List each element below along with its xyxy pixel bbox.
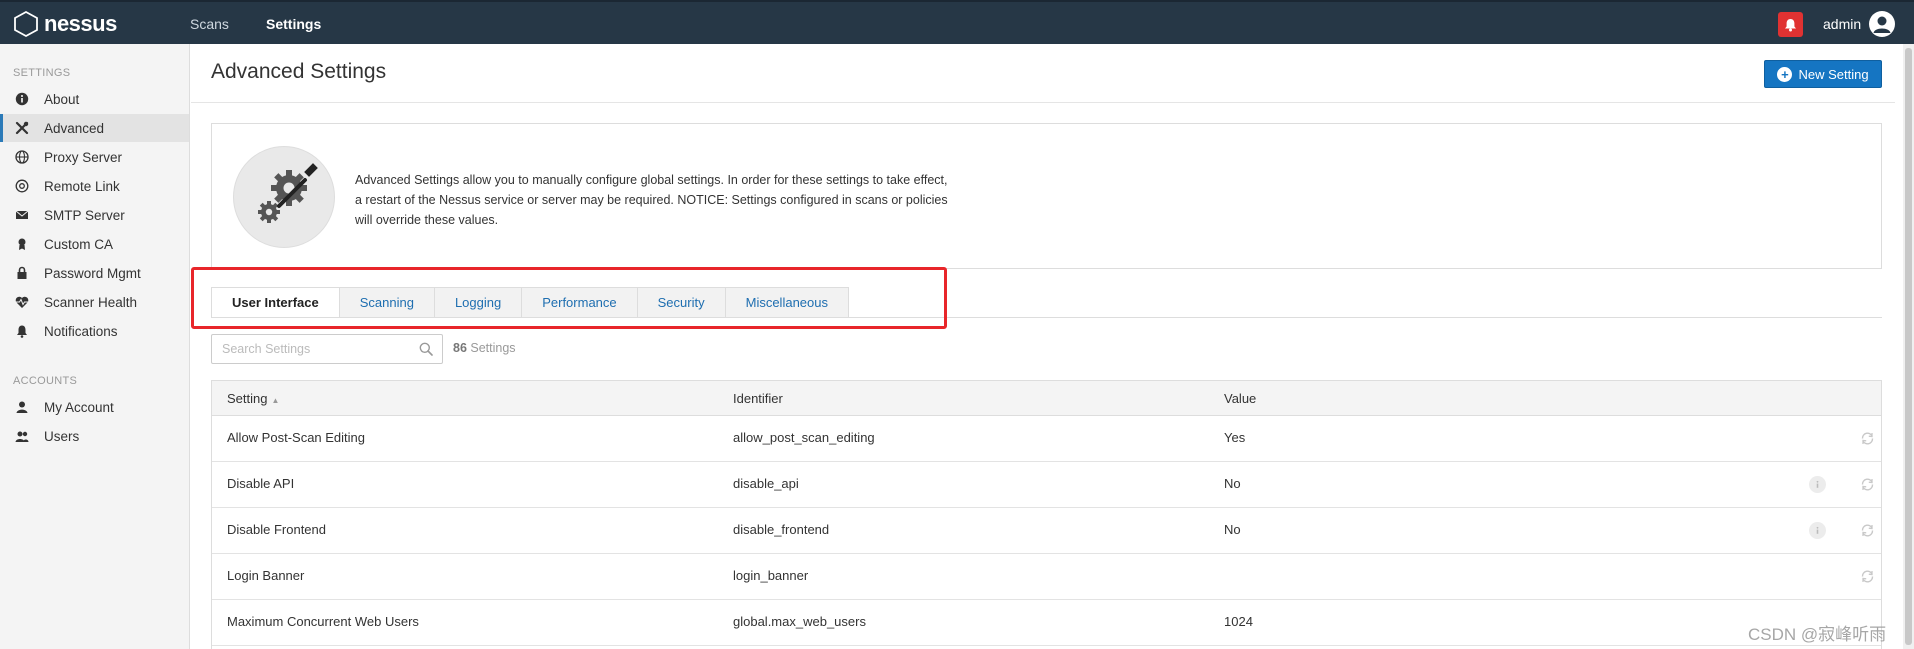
cell-value: No [1224,476,1241,491]
sidebar-item-label: Scanner Health [44,294,138,310]
nav-settings[interactable]: Settings [266,16,321,32]
info-circle-icon[interactable] [1809,476,1826,493]
plus-circle-icon: + [1777,66,1793,82]
cell-setting: Maximum Concurrent Web Users [227,614,419,629]
users-icon [14,428,30,444]
info-icon [14,91,30,107]
settings-table: Setting ▲ Identifier Value Allow Post-Sca… [211,380,1882,649]
sidebar-item-label: SMTP Server [44,207,125,223]
table-row[interactable]: Disable API disable_api No [212,462,1881,508]
gears-illustration [233,146,335,248]
sidebar-item-label: About [44,91,80,107]
hexagon-logo-icon [14,10,38,38]
sidebar-item-label: Custom CA [44,236,114,252]
tools-icon [14,120,30,136]
column-header-label: Setting [227,391,268,406]
sidebar-item-label: Advanced [44,120,105,136]
sidebar-item-label: Remote Link [44,178,120,194]
sidebar-heading-accounts: ACCOUNTS [13,375,78,387]
reset-icon[interactable] [1859,522,1876,539]
sidebar-item-smtp-server[interactable]: SMTP Server [0,201,189,229]
info-description: Advanced Settings allow you to manually … [355,173,948,227]
table-row[interactable]: Login Banner login_banner [212,554,1881,600]
cell-value: No [1224,522,1241,537]
settings-count: 86 Settings [453,341,516,355]
sidebar-item-proxy-server[interactable]: Proxy Server [0,143,189,171]
settings-count-number: 86 [453,341,467,355]
cell-value: 1024 [1224,614,1253,629]
user-name[interactable]: admin [1823,16,1861,32]
page-title: Advanced Settings [211,60,387,83]
cell-identifier: disable_frontend [733,522,830,537]
reset-icon[interactable] [1859,568,1876,585]
logo-text: nessus [44,11,117,36]
table-header: Setting ▲ Identifier Value [212,381,1881,416]
sort-ascending-icon: ▲ [271,396,280,405]
sidebar-item-users[interactable]: Users [0,422,189,450]
sidebar-item-notifications[interactable]: Notifications [0,317,189,345]
reset-icon[interactable] [1859,430,1876,447]
cell-identifier: allow_post_scan_editing [733,430,875,445]
sidebar-item-advanced[interactable]: Advanced [0,114,189,142]
sidebar-item-my-account[interactable]: My Account [0,393,189,421]
sidebar-item-label: My Account [44,399,114,415]
sidebar-item-label: Password Mgmt [44,265,141,281]
avatar[interactable] [1869,11,1895,37]
search-icon[interactable] [419,342,433,356]
nav-scans[interactable]: Scans [190,16,229,32]
cell-identifier: global.max_web_users [733,614,866,629]
search-box [211,334,443,364]
column-header-setting[interactable]: Setting ▲ [227,391,279,406]
table-row[interactable]: Maximum Concurrent Web Users global.max_… [212,600,1881,646]
link-icon [14,178,30,194]
cell-setting: Disable Frontend [227,522,326,537]
sidebar: SETTINGS About Advanced Proxy Server Rem… [0,44,190,649]
bell-icon [14,323,30,339]
reset-icon[interactable] [1859,476,1876,493]
cell-setting: Disable API [227,476,295,491]
globe-icon [14,149,30,165]
scrollbar-thumb[interactable] [1905,48,1912,645]
table-row[interactable]: Allow Post-Scan Editing allow_post_scan_… [212,416,1881,462]
sidebar-item-label: Proxy Server [44,149,123,165]
certificate-icon [14,236,30,252]
nessus-logo[interactable]: nessus [12,10,117,38]
column-header-identifier[interactable]: Identifier [733,391,783,406]
info-panel: Advanced Settings allow you to manually … [211,123,1882,269]
watermark-text: CSDN @寂峰听雨 [1748,625,1887,644]
cell-setting: Login Banner [227,568,305,583]
new-setting-label: New Setting [1798,66,1869,82]
table-row[interactable]: Disable Frontend disable_frontend No [212,508,1881,554]
sidebar-item-label: Users [44,428,80,444]
notifications-button[interactable] [1778,12,1803,37]
page-scrollbar[interactable] [1903,44,1914,649]
sidebar-heading-settings: SETTINGS [13,67,71,79]
highlight-annotation-box [191,267,947,329]
column-header-value[interactable]: Value [1224,391,1256,406]
cell-identifier: login_banner [733,568,809,583]
envelope-icon [14,207,30,223]
bell-icon [1785,18,1796,31]
new-setting-button[interactable]: + New Setting [1764,60,1882,88]
main-content: Advanced Settings + New Setting Advanced… [191,44,1895,649]
top-navigation-bar: nessus Scans Settings admin [0,0,1914,44]
sidebar-item-label: Notifications [44,323,118,339]
sidebar-item-custom-ca[interactable]: Custom CA [0,230,189,258]
user-icon [14,399,30,415]
settings-count-label: Settings [470,341,516,355]
cell-identifier: disable_api [733,476,799,491]
search-input[interactable] [212,335,412,363]
lock-icon [14,265,30,281]
title-divider [191,102,1895,103]
user-avatar-icon [1873,16,1891,33]
cell-setting: Allow Post-Scan Editing [227,430,366,445]
info-circle-icon[interactable] [1809,522,1826,539]
heartbeat-icon [14,294,30,310]
sidebar-item-password-mgmt[interactable]: Password Mgmt [0,259,189,287]
sidebar-item-remote-link[interactable]: Remote Link [0,172,189,200]
sidebar-item-scanner-health[interactable]: Scanner Health [0,288,189,316]
sidebar-item-about[interactable]: About [0,85,189,113]
cell-value: Yes [1224,430,1246,445]
gears-icon [258,163,318,223]
